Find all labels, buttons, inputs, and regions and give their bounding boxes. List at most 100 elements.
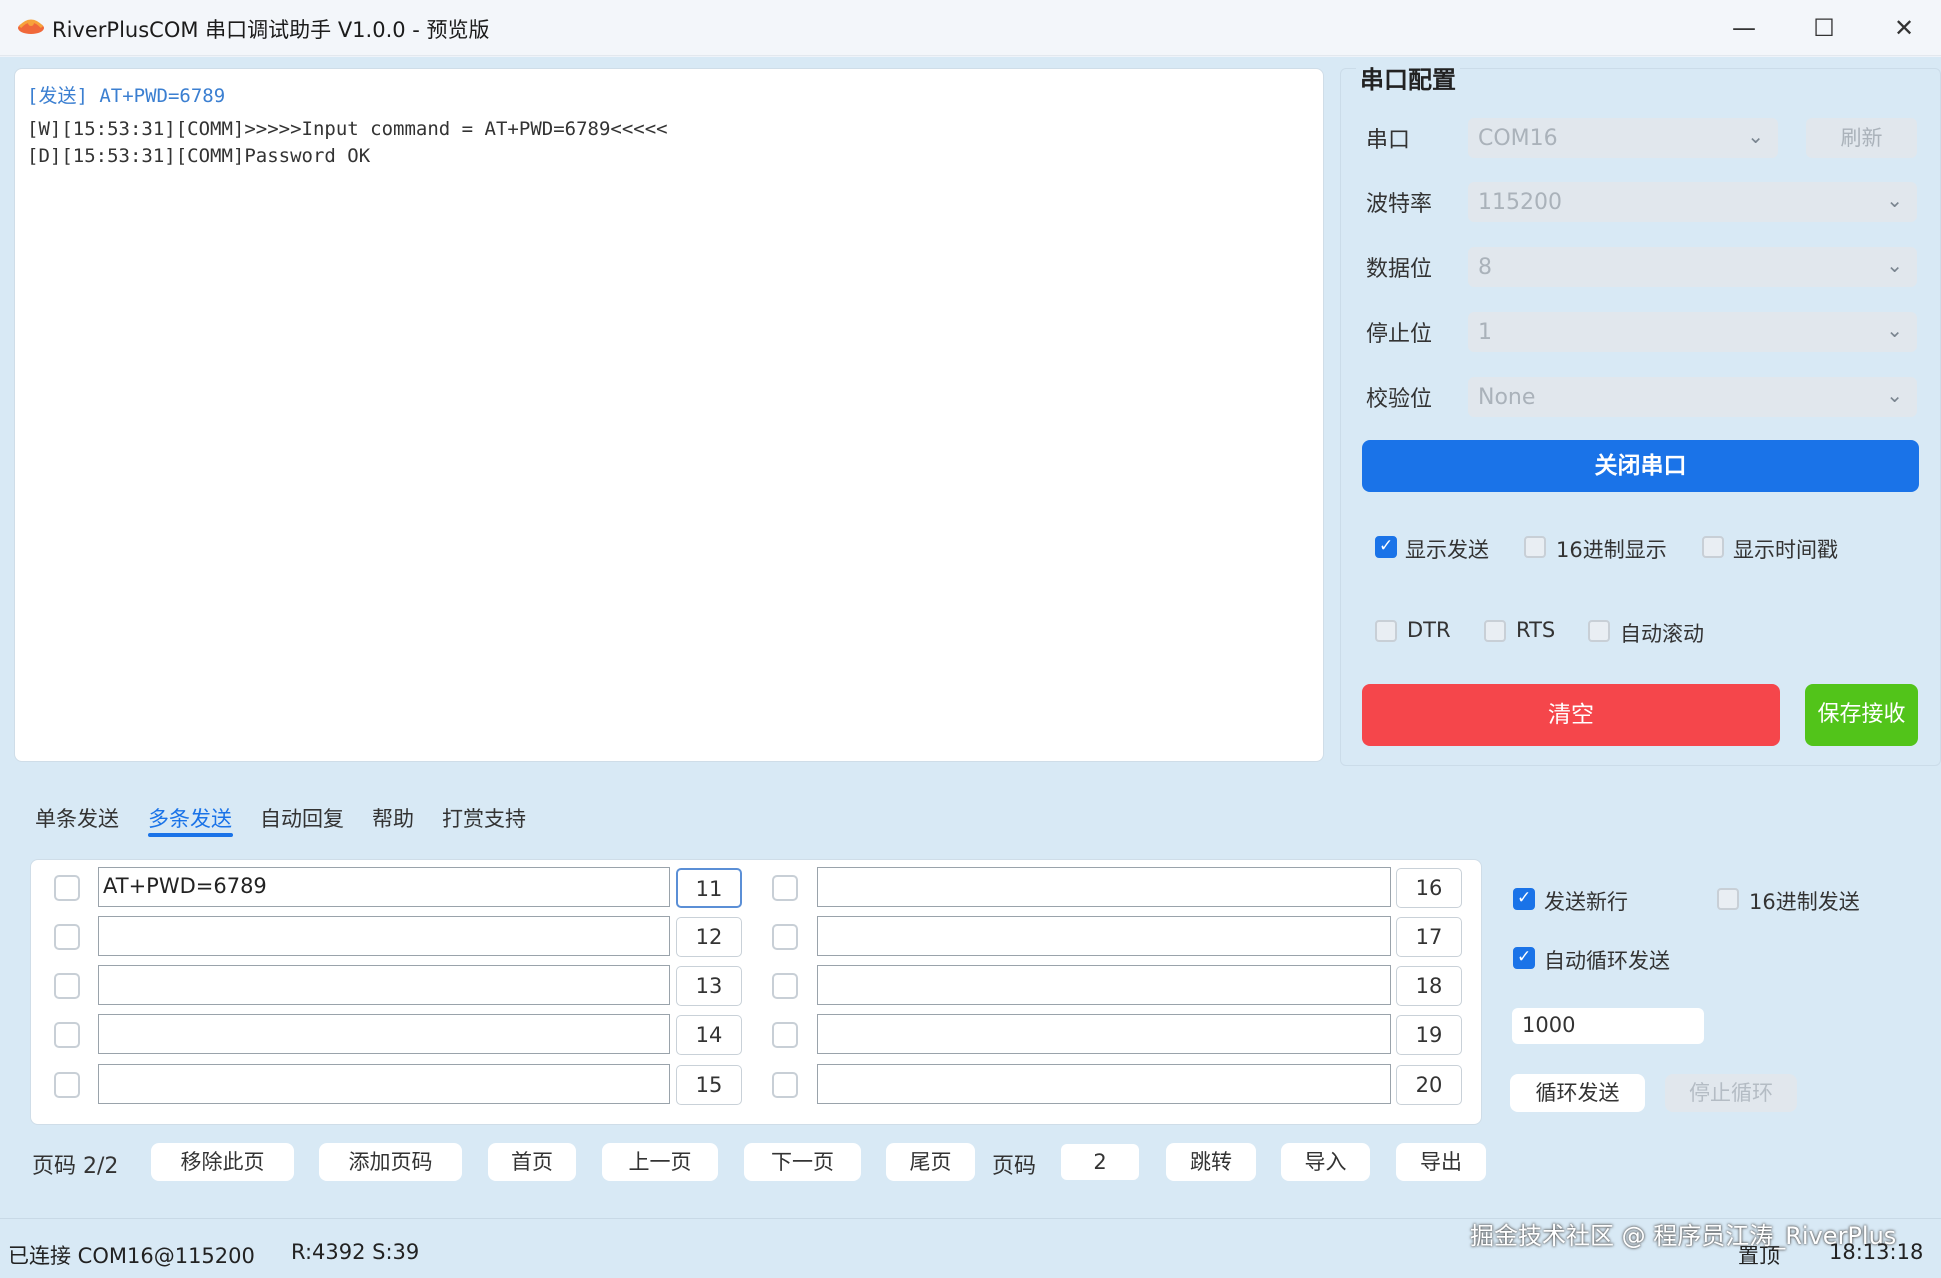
- send-row-button[interactable]: 18: [1396, 966, 1462, 1006]
- chevron-down-icon: ⌄: [1886, 253, 1903, 277]
- tab-single-send[interactable]: 单条发送: [35, 803, 119, 833]
- import-button[interactable]: 导入: [1281, 1143, 1370, 1181]
- stopbits-value: 1: [1478, 320, 1492, 345]
- dtr-checkbox[interactable]: [1375, 620, 1397, 642]
- app-logo-icon: [18, 19, 44, 34]
- send-row-button[interactable]: 12: [676, 917, 742, 957]
- hex-display-label: 16进制显示: [1556, 538, 1667, 562]
- parity-select[interactable]: None ⌄: [1468, 377, 1917, 417]
- command-input[interactable]: AT+PWD=6789: [98, 867, 670, 907]
- send-row-button[interactable]: 20: [1396, 1065, 1462, 1105]
- command-input[interactable]: [817, 965, 1391, 1005]
- loop-send-button[interactable]: 循环发送: [1510, 1074, 1645, 1112]
- databits-label: 数据位: [1366, 257, 1433, 282]
- export-button[interactable]: 导出: [1396, 1143, 1486, 1181]
- chevron-down-icon: ⌄: [1747, 124, 1764, 148]
- hex-send-checkbox[interactable]: [1717, 888, 1739, 910]
- jump-button[interactable]: 跳转: [1166, 1143, 1256, 1181]
- command-input[interactable]: [98, 965, 670, 1005]
- send-newline-label: 发送新行: [1544, 890, 1628, 914]
- close-port-button[interactable]: 关闭串口: [1362, 440, 1919, 492]
- chevron-down-icon: ⌄: [1886, 188, 1903, 212]
- auto-loop-checkbox[interactable]: [1513, 947, 1535, 969]
- show-timestamp-label: 显示时间戳: [1733, 538, 1838, 562]
- clear-button[interactable]: 清空: [1362, 684, 1780, 746]
- command-input[interactable]: [98, 1014, 670, 1054]
- window-title: RiverPlusCOM 串口调试助手 V1.0.0 - 预览版: [52, 18, 490, 42]
- active-tab-indicator: [148, 833, 233, 837]
- show-timestamp-checkbox[interactable]: [1702, 536, 1724, 558]
- close-window-button[interactable]: ✕: [1864, 0, 1941, 56]
- tab-donate[interactable]: 打赏支持: [442, 803, 526, 833]
- remove-page-button[interactable]: 移除此页: [151, 1143, 294, 1181]
- chevron-down-icon: ⌄: [1886, 383, 1903, 407]
- parity-label: 校验位: [1366, 387, 1433, 412]
- row-checkbox[interactable]: [772, 924, 798, 950]
- command-input[interactable]: [817, 916, 1391, 956]
- command-input[interactable]: [98, 916, 670, 956]
- row-checkbox[interactable]: [772, 1072, 798, 1098]
- send-row-button[interactable]: 17: [1396, 917, 1462, 957]
- tab-multi-send[interactable]: 多条发送: [148, 803, 232, 833]
- send-row-button[interactable]: 14: [676, 1015, 742, 1055]
- send-newline-checkbox[interactable]: [1513, 888, 1535, 910]
- show-send-checkbox[interactable]: [1375, 536, 1397, 558]
- row-checkbox[interactable]: [54, 1022, 80, 1048]
- baud-label: 波特率: [1366, 192, 1433, 217]
- row-checkbox[interactable]: [54, 875, 80, 901]
- baud-select[interactable]: 115200 ⌄: [1468, 182, 1917, 222]
- send-row-button[interactable]: 11: [676, 868, 742, 908]
- hex-display-checkbox[interactable]: [1524, 536, 1546, 558]
- rts-label: RTS: [1516, 618, 1556, 642]
- stopbits-label: 停止位: [1366, 322, 1433, 347]
- send-row-button[interactable]: 16: [1396, 868, 1462, 908]
- databits-value: 8: [1478, 255, 1492, 280]
- dtr-label: DTR: [1407, 618, 1451, 642]
- refresh-button[interactable]: 刷新: [1806, 118, 1917, 158]
- stopbits-select[interactable]: 1 ⌄: [1468, 312, 1917, 352]
- port-label: 串口: [1366, 128, 1411, 153]
- next-page-button[interactable]: 下一页: [744, 1143, 861, 1181]
- minimize-button[interactable]: —: [1704, 0, 1784, 56]
- clock-time: 18:13:18: [1829, 1240, 1924, 1264]
- databits-select[interactable]: 8 ⌄: [1468, 247, 1917, 287]
- command-input[interactable]: [98, 1064, 670, 1104]
- command-input[interactable]: [817, 1064, 1391, 1104]
- command-input[interactable]: [817, 867, 1391, 907]
- baud-value: 115200: [1478, 190, 1562, 215]
- serial-config-title: 串口配置: [1356, 60, 1460, 95]
- tab-help[interactable]: 帮助: [372, 803, 414, 833]
- first-page-button[interactable]: 首页: [488, 1143, 576, 1181]
- page-number-input[interactable]: 2: [1061, 1144, 1139, 1180]
- auto-loop-label: 自动循环发送: [1544, 949, 1670, 973]
- row-checkbox[interactable]: [54, 924, 80, 950]
- auto-scroll-checkbox[interactable]: [1588, 620, 1610, 642]
- row-checkbox[interactable]: [772, 875, 798, 901]
- save-receive-button[interactable]: 保存接收: [1805, 684, 1918, 746]
- send-row-button[interactable]: 13: [676, 966, 742, 1006]
- row-checkbox[interactable]: [54, 1072, 80, 1098]
- stop-loop-button[interactable]: 停止循环: [1665, 1074, 1797, 1112]
- loop-interval-input[interactable]: 1000: [1512, 1008, 1704, 1044]
- add-page-button[interactable]: 添加页码: [319, 1143, 462, 1181]
- log-send-line: [发送] AT+PWD=6789: [27, 85, 226, 107]
- receive-log[interactable]: [发送] AT+PWD=6789 [W][15:53:31][COMM]>>>>…: [14, 68, 1324, 762]
- pin-top-button[interactable]: 置顶: [1738, 1240, 1780, 1270]
- row-checkbox[interactable]: [772, 973, 798, 999]
- chevron-down-icon: ⌄: [1886, 318, 1903, 342]
- log-line: [D][15:53:31][COMM]Password OK: [27, 145, 371, 167]
- send-row-button[interactable]: 15: [676, 1065, 742, 1105]
- tab-auto-reply[interactable]: 自动回复: [260, 803, 344, 833]
- rts-checkbox[interactable]: [1484, 620, 1506, 642]
- last-page-button[interactable]: 尾页: [886, 1143, 975, 1181]
- prev-page-button[interactable]: 上一页: [602, 1143, 718, 1181]
- serial-config-panel: [1340, 68, 1941, 766]
- command-input[interactable]: [817, 1014, 1391, 1054]
- row-checkbox[interactable]: [54, 973, 80, 999]
- connection-status: 已连接 COM16@115200: [8, 1244, 255, 1268]
- maximize-button[interactable]: ☐: [1784, 0, 1864, 56]
- port-select[interactable]: COM16 ⌄: [1468, 118, 1778, 158]
- show-send-label: 显示发送: [1405, 538, 1489, 562]
- send-row-button[interactable]: 19: [1396, 1015, 1462, 1055]
- row-checkbox[interactable]: [772, 1022, 798, 1048]
